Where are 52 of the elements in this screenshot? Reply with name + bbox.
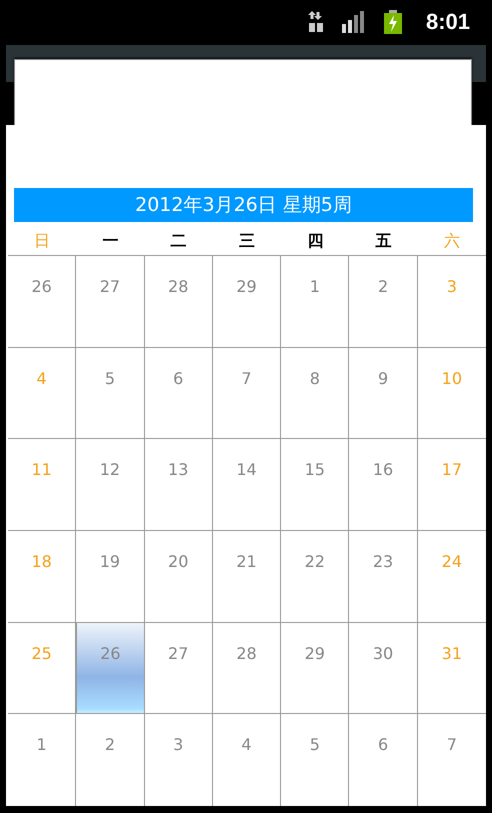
weekday-label: 一 xyxy=(102,231,118,252)
day-cell[interactable]: 2 xyxy=(349,256,418,348)
day-cell[interactable]: 30 xyxy=(349,622,418,714)
day-cell[interactable]: 5 xyxy=(76,348,145,440)
weekday-label: 二 xyxy=(170,231,187,252)
day-cell[interactable]: 29 xyxy=(281,622,350,714)
day-cell[interactable]: 22 xyxy=(281,530,350,623)
day-cell[interactable]: 29 xyxy=(212,256,282,348)
day-cell[interactable]: 2 xyxy=(76,714,145,806)
weekday-label: 五 xyxy=(376,231,392,252)
day-cell[interactable]: 7 xyxy=(212,348,282,440)
day-cell[interactable]: 4 xyxy=(212,714,282,806)
status-time: 8:01 xyxy=(426,9,470,35)
day-cell[interactable]: 27 xyxy=(144,622,213,714)
day-cell[interactable]: 24 xyxy=(418,530,486,623)
day-cell[interactable]: 1 xyxy=(8,714,76,806)
weekday-label: 日 xyxy=(34,231,50,252)
battery-charging-icon xyxy=(384,10,402,34)
day-cell[interactable]: 26 xyxy=(8,256,76,348)
date-header: 2012年3月26日 星期5周 xyxy=(14,188,473,222)
day-cell[interactable]: 7 xyxy=(418,714,486,806)
day-cell[interactable]: 6 xyxy=(144,348,213,440)
day-cell[interactable]: 16 xyxy=(349,439,418,531)
day-cell[interactable]: 18 xyxy=(8,530,76,623)
day-cell[interactable]: 21 xyxy=(212,530,282,623)
day-cell[interactable]: 1 xyxy=(281,256,350,348)
day-cell[interactable]: 14 xyxy=(212,439,282,531)
day-cell[interactable]: 8 xyxy=(281,348,350,440)
data-network-icon xyxy=(308,11,324,33)
day-cell[interactable]: 26 xyxy=(76,622,145,714)
day-cell[interactable]: 31 xyxy=(418,622,486,714)
day-cell[interactable]: 23 xyxy=(349,530,418,623)
day-cell[interactable]: 9 xyxy=(349,348,418,440)
weekday-label: 三 xyxy=(238,231,255,252)
day-cell[interactable]: 10 xyxy=(418,348,486,440)
day-cell[interactable]: 13 xyxy=(144,439,213,531)
day-cell[interactable]: 28 xyxy=(212,622,282,714)
day-cell[interactable]: 15 xyxy=(281,439,350,531)
day-cell[interactable]: 17 xyxy=(418,439,486,531)
weekday-label: 六 xyxy=(444,231,460,252)
day-cell[interactable]: 28 xyxy=(144,256,213,348)
weekday-label: 四 xyxy=(307,231,324,252)
day-cell[interactable]: 11 xyxy=(8,439,76,531)
day-cell[interactable]: 3 xyxy=(144,714,213,806)
day-cell[interactable]: 4 xyxy=(8,348,76,440)
day-cell[interactable]: 5 xyxy=(281,714,350,806)
day-cell[interactable]: 3 xyxy=(418,256,486,348)
day-cell[interactable]: 6 xyxy=(349,714,418,806)
signal-icon xyxy=(342,11,366,33)
day-cell[interactable]: 20 xyxy=(144,530,213,623)
day-cell[interactable]: 12 xyxy=(76,439,145,531)
day-cell[interactable]: 27 xyxy=(76,256,145,348)
